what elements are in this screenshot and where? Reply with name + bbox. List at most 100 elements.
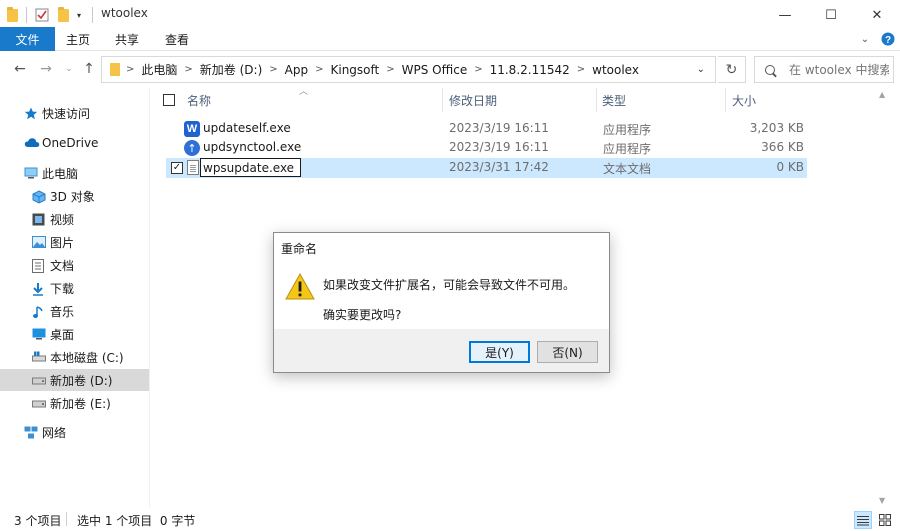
title-bar: ▾ wtoolex — ☐ ✕ (0, 0, 900, 30)
ribbon: 文件 主页 共享 查看 ⌄ ? (0, 27, 900, 51)
nav-label: 文档 (50, 258, 75, 273)
chevron-right-icon[interactable]: > (315, 64, 323, 75)
drive-icon (32, 397, 46, 409)
file-type: 文本文档 (603, 162, 652, 176)
file-date: 2023/3/19 16:11 (449, 140, 549, 154)
table-row[interactable]: W updateself.exe 2023/3/19 16:11 应用程序 3,… (166, 119, 807, 139)
nav-videos[interactable]: 视频 (0, 208, 149, 230)
file-date: 2023/3/19 16:11 (449, 121, 549, 135)
nav-drive-c[interactable]: 本地磁盘 (C:) (0, 346, 149, 368)
nav-pictures[interactable]: 图片 (0, 231, 149, 253)
crumb-app[interactable]: App (285, 63, 308, 77)
nav-quick-access[interactable]: 快速访问 (0, 102, 149, 124)
yes-button[interactable]: 是(Y) (469, 341, 530, 363)
nav-downloads[interactable]: 下载 (0, 277, 149, 299)
chevron-right-icon[interactable]: > (184, 64, 192, 75)
table-row[interactable]: ✓ 2023/3/31 17:42 文本文档 0 KB (166, 158, 807, 178)
no-button[interactable]: 否(N) (537, 341, 598, 363)
window-title: wtoolex (101, 6, 148, 20)
crumb-wps-office[interactable]: WPS Office (402, 63, 468, 77)
star-icon (24, 107, 38, 120)
maximize-button[interactable]: ☐ (808, 0, 854, 30)
file-size: 3,203 KB (749, 121, 804, 135)
nav-label: 下载 (50, 281, 75, 296)
address-bar[interactable]: > 此电脑 > 新加卷 (D:) > App > Kingsoft > WPS … (101, 56, 716, 83)
rename-dialog: 重命名 如果改变文件扩展名，可能会导致文件不可用。 确实要更改吗? 是(Y) 否… (273, 232, 610, 373)
recent-locations-icon[interactable]: ⌄ (60, 60, 78, 78)
rename-field[interactable] (200, 158, 301, 177)
tab-share[interactable]: 共享 (107, 27, 147, 51)
column-header-size[interactable]: 大小 (732, 88, 756, 112)
selection-info: 选中 1 个项目 0 字节 (77, 514, 196, 528)
chevron-right-icon[interactable]: > (269, 64, 277, 75)
refresh-icon: ↻ (725, 61, 738, 78)
chevron-right-icon[interactable]: > (577, 64, 585, 75)
nav-drive-e[interactable]: 新加卷 (E:) (0, 392, 149, 414)
status-separator (66, 512, 67, 526)
nav-label: 网络 (42, 425, 67, 440)
minimize-button[interactable]: — (762, 0, 808, 30)
tab-file[interactable]: 文件 (0, 27, 55, 51)
nav-desktop[interactable]: 桌面 (0, 323, 149, 345)
cloud-icon (24, 137, 40, 149)
column-header-date[interactable]: 修改日期 (449, 88, 497, 112)
large-icons-view-button[interactable] (876, 511, 894, 529)
dialog-footer: 是(Y) 否(N) (274, 329, 609, 372)
tab-view[interactable]: 查看 (157, 27, 197, 51)
nav-label: 图片 (50, 235, 75, 250)
large-icons-view-icon (879, 514, 891, 526)
details-view-button[interactable] (854, 511, 872, 529)
nav-documents[interactable]: 文档 (0, 254, 149, 276)
search-input[interactable] (789, 62, 889, 77)
file-date: 2023/3/31 17:42 (449, 160, 549, 174)
column-divider[interactable] (442, 88, 443, 112)
expand-ribbon-icon[interactable]: ⌄ (855, 27, 875, 51)
crumb-wtoolex[interactable]: wtoolex (592, 63, 639, 77)
up-arrow-icon[interactable]: ↑ (80, 60, 98, 78)
nav-label: 快速访问 (42, 106, 91, 121)
cube-icon (32, 190, 46, 204)
crumb-this-pc[interactable]: 此电脑 (141, 61, 177, 78)
windows-drive-icon (32, 351, 46, 363)
scroll-up-icon[interactable]: ▲ (879, 90, 885, 99)
column-header-type[interactable]: 类型 (602, 88, 626, 112)
chevron-right-icon[interactable]: > (386, 64, 394, 75)
search-box[interactable] (754, 56, 894, 83)
nav-music[interactable]: 音乐 (0, 300, 149, 322)
sort-up-icon: ︿ (299, 87, 309, 97)
row-checkbox[interactable]: ✓ (171, 162, 183, 174)
customize-toolbar-icon[interactable]: ▾ (77, 7, 81, 23)
nav-label: 音乐 (50, 304, 75, 319)
nav-label: 新加卷 (D:) (50, 373, 113, 388)
chevron-right-icon[interactable]: > (126, 64, 134, 75)
address-dropdown-icon[interactable]: ⌄ (697, 64, 705, 75)
title-separator (92, 7, 93, 23)
crumb-drive-d[interactable]: 新加卷 (D:) (200, 61, 262, 78)
address-row: ← → ⌄ ↑ > 此电脑 > 新加卷 (D:) > App > Kingsof… (0, 52, 900, 87)
select-all-checkbox[interactable] (163, 94, 175, 106)
back-arrow-icon[interactable]: ← (11, 60, 29, 78)
nav-3d-objects[interactable]: 3D 对象 (0, 185, 149, 207)
nav-drive-d[interactable]: 新加卷 (D:) (0, 369, 149, 391)
table-row[interactable]: ↑ updsynctool.exe 2023/3/19 16:11 应用程序 3… (166, 138, 807, 158)
column-divider[interactable] (596, 88, 597, 112)
new-folder-icon[interactable] (58, 6, 69, 23)
column-header-name[interactable]: 名称 (187, 88, 211, 112)
nav-this-pc[interactable]: 此电脑 (0, 162, 149, 184)
nav-onedrive[interactable]: OneDrive (0, 132, 149, 154)
drive-icon (32, 374, 46, 386)
document-icon (32, 259, 46, 273)
scroll-down-icon[interactable]: ▼ (879, 496, 885, 505)
close-button[interactable]: ✕ (854, 0, 900, 30)
column-divider[interactable] (725, 88, 726, 112)
forward-arrow-icon[interactable]: → (37, 60, 55, 78)
chevron-right-icon[interactable]: > (474, 64, 482, 75)
vertical-scrollbar[interactable]: ▲ ▼ (876, 88, 893, 508)
refresh-button[interactable]: ↻ (718, 56, 746, 83)
crumb-kingsoft[interactable]: Kingsoft (331, 63, 380, 77)
crumb-version[interactable]: 11.8.2.11542 (490, 63, 570, 77)
help-icon[interactable]: ? (878, 27, 898, 51)
nav-network[interactable]: 网络 (0, 421, 149, 443)
tab-home[interactable]: 主页 (58, 27, 98, 51)
properties-icon[interactable] (35, 7, 49, 23)
